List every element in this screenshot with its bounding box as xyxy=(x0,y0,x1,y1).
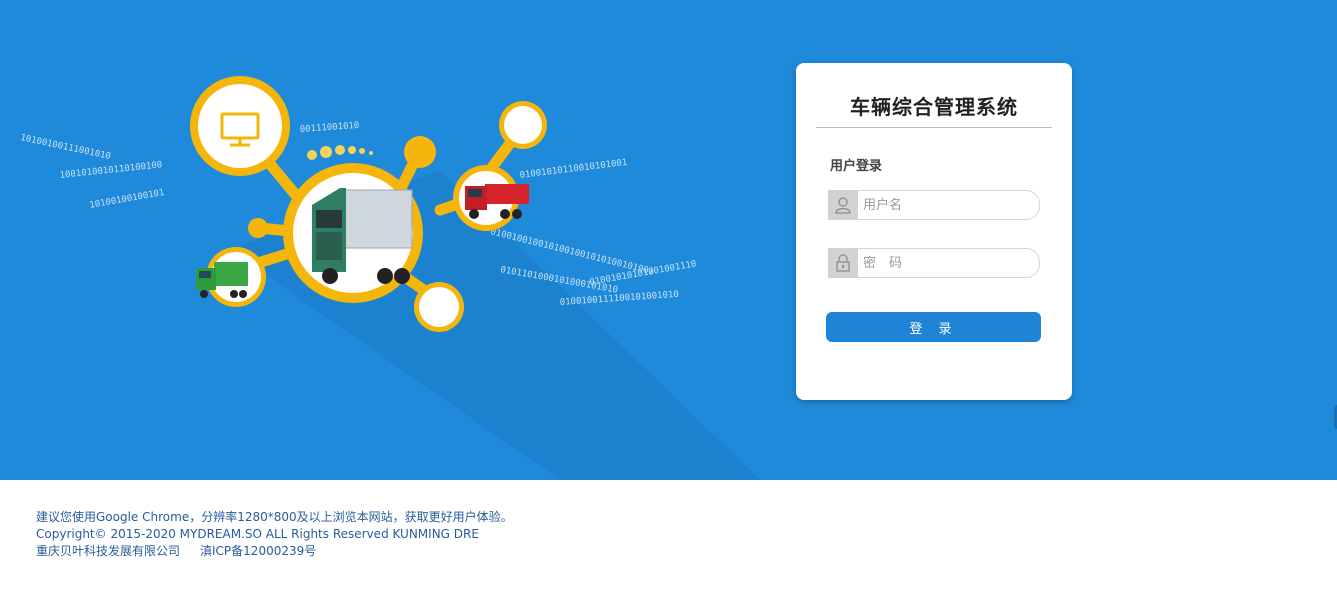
login-button[interactable]: 登 录 xyxy=(826,312,1041,342)
binary-stream: 01001010110010101001 xyxy=(519,158,628,181)
binary-stream: 10100100111001010 xyxy=(19,133,111,162)
username-field xyxy=(828,190,1040,220)
browser-recommendation: 建议您使用Google Chrome，分辨率1280*800及以上浏览本网站，获… xyxy=(36,510,513,524)
binary-stream: 00111001010 xyxy=(300,121,360,135)
truck-network-illustration: 10100100111001010 00111001010 1010010010… xyxy=(19,76,760,480)
system-title: 车辆综合管理系统 xyxy=(850,95,1018,119)
binary-stream: 0100100111100101001010 xyxy=(560,290,680,308)
binary-stream: 10100100100101 xyxy=(89,188,165,211)
password-field xyxy=(828,248,1040,278)
password-input[interactable] xyxy=(863,253,1033,273)
hero-banner: 10100100111001010 00111001010 1010010010… xyxy=(0,0,1337,480)
company-name: 重庆贝叶科技发展有限公司 xyxy=(36,544,181,558)
login-panel: 车辆综合管理系统 用户登录 登 录 xyxy=(796,63,1072,400)
binary-stream: 1001010010110100100 xyxy=(59,160,162,181)
lock-icon xyxy=(828,248,858,278)
user-icon xyxy=(828,190,858,220)
username-input[interactable] xyxy=(863,195,1033,215)
title-divider xyxy=(816,127,1052,128)
copyright-text: Copyright© 2015-2020 MYDREAM.SO ALL Righ… xyxy=(36,527,479,541)
company-info: 重庆贝叶科技发展有限公司 滇ICP备12000239号 xyxy=(36,543,513,560)
page-footer: 建议您使用Google Chrome，分辨率1280*800及以上浏览本网站，获… xyxy=(36,509,513,560)
icp-number: 滇ICP备12000239号 xyxy=(200,544,317,558)
user-login-label: 用户登录 xyxy=(830,159,883,174)
